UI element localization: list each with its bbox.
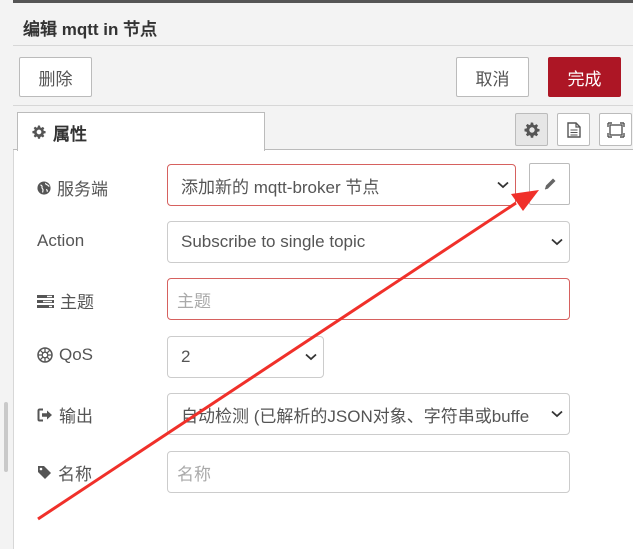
annotation-arrow xyxy=(37,190,539,521)
arrow-head xyxy=(511,190,539,211)
arrow-shaft xyxy=(37,201,517,521)
